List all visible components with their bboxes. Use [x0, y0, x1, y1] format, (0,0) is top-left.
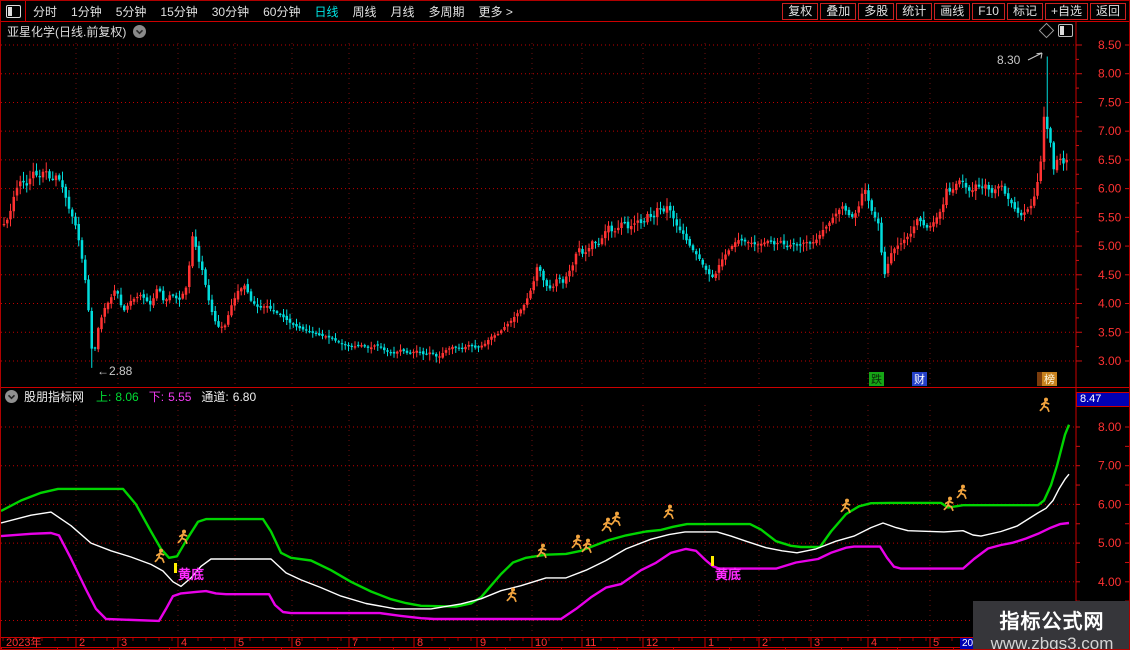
runner-buy-icon	[506, 587, 517, 603]
toolbar-button-F10[interactable]: F10	[972, 2, 1005, 20]
indicator-down-value: 5.55	[168, 389, 192, 404]
tab-period-6[interactable]: 60分钟	[256, 3, 307, 20]
runner-buy-icon	[610, 511, 621, 527]
tab-period-7[interactable]: 日线	[307, 3, 345, 20]
svg-text:6.00: 6.00	[1098, 182, 1122, 196]
svg-text:榜: 榜	[1044, 372, 1055, 386]
svg-text:4.00: 4.00	[1098, 297, 1122, 311]
tab-period-10[interactable]: 多周期	[422, 3, 472, 20]
tab-period-11[interactable]: 更多 >	[472, 3, 520, 20]
tab-period-3[interactable]: 5分钟	[109, 3, 154, 20]
runner-buy-icon	[581, 538, 592, 554]
svg-text:7.00: 7.00	[1098, 124, 1122, 138]
news-badge	[1037, 372, 1042, 386]
runner-buy-icon	[571, 534, 582, 550]
tab-period-8[interactable]: 周线	[345, 3, 383, 20]
svg-text:黄底: 黄底	[178, 567, 204, 582]
menu-bar: 分时 1分钟 5分钟 15分钟 30分钟 60分钟 日线 周线 月线 多周期 更多 > 复权 叠加 多股…	[1, 1, 1129, 22]
svg-text:8.30: 8.30	[997, 53, 1021, 67]
toolbar-button-返回[interactable]: 返回	[1089, 2, 1126, 20]
svg-text:5.00: 5.00	[1098, 239, 1122, 253]
toolbar-button-统计[interactable]: 统计	[896, 2, 933, 20]
svg-text:8.00: 8.00	[1098, 67, 1122, 81]
tab-period-9[interactable]: 月线	[384, 3, 422, 20]
chart-canvas: ←2.88 8.30 跌 财 榜 8.50 8.00 7.50 7.00 6.50 6.00 5.50…	[1, 22, 1129, 649]
svg-text:2023年: 2023年	[6, 635, 41, 649]
candles-down-wicks	[23, 56, 1064, 368]
indicator-channel-value: 6.80	[232, 389, 257, 404]
last-price-badge: 8.47	[1076, 392, 1129, 407]
title-bar: 亚星化学(日线.前复权)	[1, 22, 1075, 41]
title-dropdown-icon[interactable]	[132, 24, 147, 39]
runner-buy-icon	[154, 548, 165, 564]
runner-buy-icon	[601, 517, 612, 533]
tab-period-4[interactable]: 15分钟	[153, 3, 204, 20]
svg-text:5.50: 5.50	[1098, 210, 1122, 224]
svg-text:7.00: 7.00	[1098, 459, 1122, 473]
svg-text:4.00: 4.00	[1098, 575, 1122, 589]
toolbar-button-画线[interactable]: 画线	[934, 2, 971, 20]
buy-marker-bar	[174, 563, 177, 573]
title-right-icons	[1038, 22, 1073, 39]
tab-period-2[interactable]: 1分钟	[64, 3, 109, 20]
svg-text:3.00: 3.00	[1098, 354, 1122, 368]
tab-period-5[interactable]: 30分钟	[205, 3, 256, 20]
svg-text:6.50: 6.50	[1098, 153, 1122, 167]
window-split-icon[interactable]	[1058, 24, 1073, 37]
svg-text:黄底: 黄底	[715, 567, 741, 582]
indicator-up-label: 上:	[96, 390, 112, 404]
svg-text:5.00: 5.00	[1098, 536, 1122, 550]
runner-buy-icon	[663, 504, 674, 520]
indicator-channel-label: 通道:	[201, 390, 229, 404]
watermark-url: www.zbgs3.com	[990, 634, 1114, 650]
panel-layout-icon	[5, 4, 21, 18]
candles-up-bodies	[2, 116, 1068, 358]
svg-text:3.50: 3.50	[1098, 325, 1122, 339]
indicator-collapse-icon[interactable]	[4, 389, 19, 404]
toolbar-button-多股[interactable]: 多股	[858, 2, 895, 20]
svg-text:4.50: 4.50	[1098, 268, 1122, 282]
toolbar-button-叠加[interactable]: 叠加	[820, 2, 857, 20]
panel-layout-button[interactable]	[1, 1, 26, 21]
stock-title: 亚星化学(日线.前复权)	[7, 25, 127, 39]
svg-text:财: 财	[914, 372, 925, 386]
svg-text:←2.88: ←2.88	[97, 364, 133, 378]
toolbar-buttons: 复权 叠加 多股 统计 画线 F10 标记 +自选 返回	[781, 2, 1127, 20]
lower-band-line	[1, 521, 1070, 623]
runner-buy-icon	[956, 484, 967, 500]
svg-text:8.00: 8.00	[1098, 420, 1122, 434]
upper-band-line	[1, 424, 1071, 608]
svg-text:6.00: 6.00	[1098, 497, 1122, 511]
candles-up-wicks	[3, 106, 1068, 364]
indicator-up-value: 8.06	[115, 389, 139, 404]
toolbar-button-标记[interactable]: 标记	[1006, 2, 1043, 20]
runner-buy-icon	[177, 529, 188, 545]
indicator-header: 股朋指标网 上: 8.06 下: 5.55 通道: 6.80	[1, 389, 260, 404]
toolbar-button-+自选[interactable]: +自选	[1044, 2, 1088, 20]
channel-mid-line	[1, 473, 1070, 610]
watermark-title: 指标公式网	[999, 611, 1105, 633]
runner-buy-icon	[840, 498, 851, 514]
watermark: 指标公式网 www.zbgs3.com	[973, 601, 1129, 650]
indicator-name[interactable]: 股朋指标网	[24, 388, 84, 405]
buy-marker-bar	[711, 556, 714, 566]
svg-text:跌: 跌	[871, 372, 882, 386]
runner-buy-icon	[1039, 397, 1050, 413]
stock-app-window: ←2.88 8.30 跌 财 榜 8.50 8.00 7.50 7.00 6.50 6.00 5.50…	[0, 0, 1130, 650]
toolbar-button-复权[interactable]: 复权	[782, 2, 819, 20]
tab-period-1[interactable]: 分时	[26, 3, 64, 20]
indicator-down-label: 下:	[148, 390, 165, 404]
period-tabs: 分时 1分钟 5分钟 15分钟 30分钟 60分钟 日线 周线 月线 多周期 更多 >	[26, 3, 520, 20]
svg-text:8.50: 8.50	[1098, 38, 1122, 52]
diamond-marker-icon[interactable]	[1038, 22, 1055, 39]
svg-text:7.50: 7.50	[1098, 95, 1122, 109]
